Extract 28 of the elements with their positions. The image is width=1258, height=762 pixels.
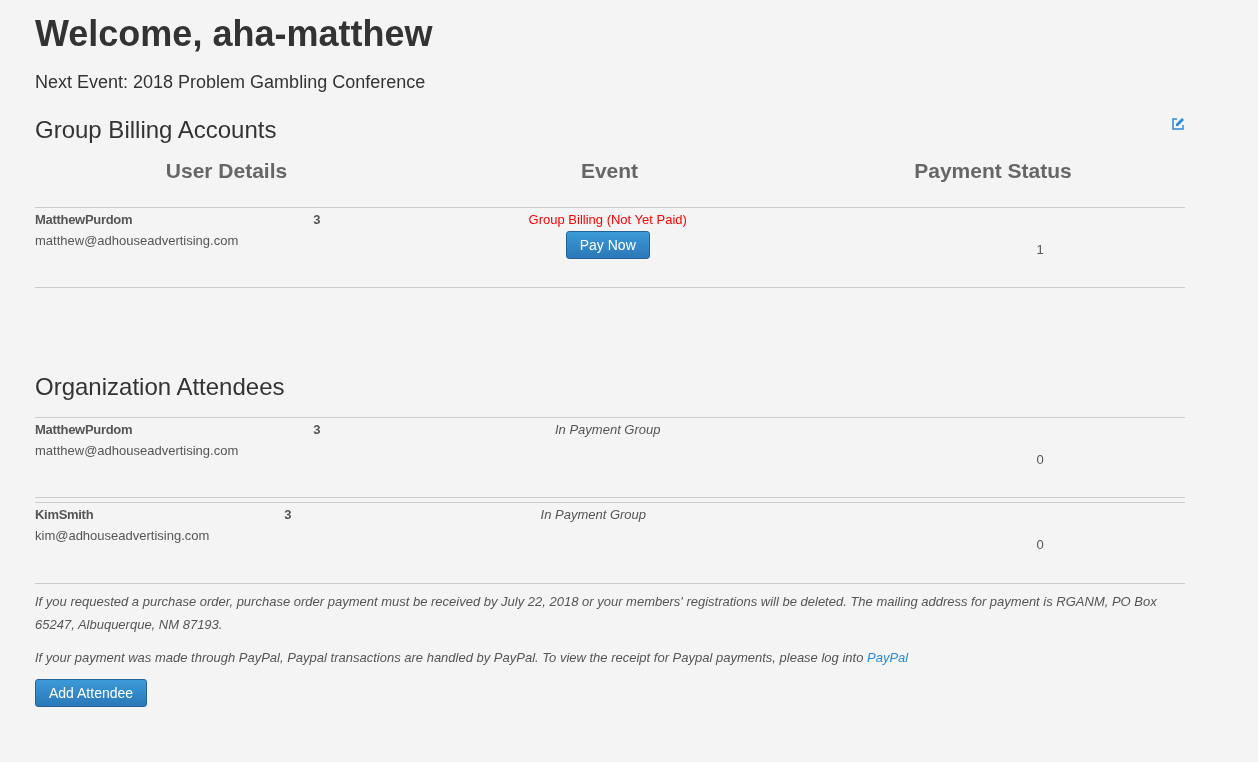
paypal-link[interactable]: PayPal <box>867 650 909 665</box>
column-header: Event <box>579 159 640 183</box>
user-name: KimSmith <box>35 507 95 522</box>
attendee-count: 3 <box>284 507 292 522</box>
payment-status: 0 <box>1036 537 1044 552</box>
payment-status: 0 <box>1036 452 1044 467</box>
section-heading: Group Billing Accounts <box>35 115 277 145</box>
add-attendee-button[interactable]: Add Attendee <box>35 679 148 707</box>
next-event: Next Event: 2018 Problem Gambling Conference <box>35 72 427 93</box>
user-email: matthew@adhouseadvertising.com <box>35 233 239 248</box>
welcome-heading: Welcome, aha-matthew <box>35 12 434 56</box>
user-email: kim@adhouseadvertising.com <box>35 528 210 543</box>
payment-status: 1 <box>1036 242 1044 257</box>
pay-now-button[interactable]: Pay Now <box>565 231 650 259</box>
event-status: Group Billing (Not Yet Paid) <box>528 212 687 227</box>
event-status: In Payment Group <box>555 422 661 437</box>
section-heading: Organization Attendees <box>35 372 286 402</box>
user-email: matthew@adhouseadvertising.com <box>35 443 239 458</box>
edit-icon[interactable] <box>1171 117 1185 131</box>
attendee-count: 3 <box>313 212 321 227</box>
note-text: If you requested a purchase order, purchase order payment must be received by July 22, 2018 or your members' registrations will be deleted. The mailing address for payment is RGANM, PO Box 65247, Albuquerque, NM 87193. <box>35 593 1158 634</box>
column-header: Payment Status <box>913 159 1073 183</box>
note-text: If your payment was made through PayPal, Paypal transactions are handled by PayPal. To view the receipt for Paypal payments, please log into PayPal <box>35 649 910 667</box>
attendee-count: 3 <box>313 422 321 437</box>
event-status: In Payment Group <box>540 507 647 522</box>
column-header: User Details <box>164 159 289 183</box>
user-name: MatthewPurdom <box>35 212 134 227</box>
user-name: MatthewPurdom <box>35 422 134 437</box>
